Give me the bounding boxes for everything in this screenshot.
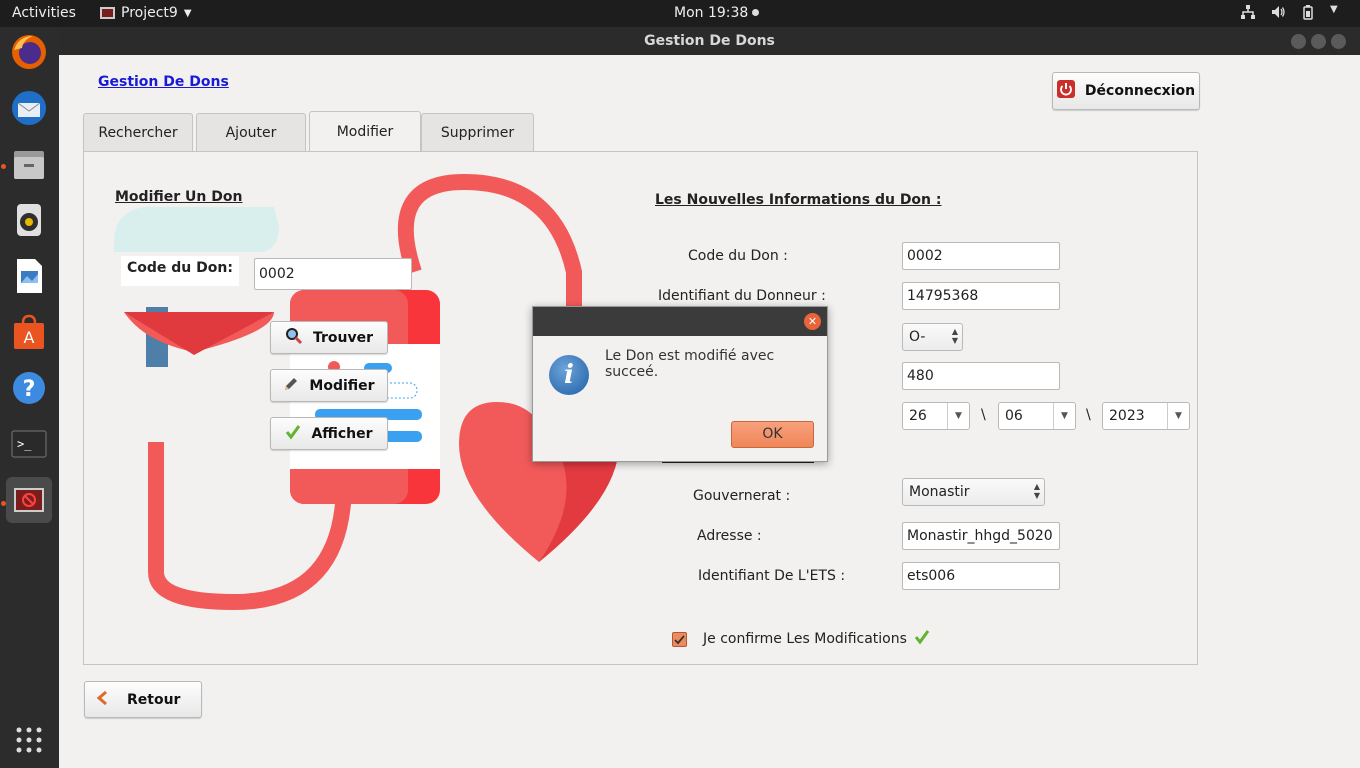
blood-group-value: O- bbox=[909, 329, 926, 345]
confirm-checkbox[interactable] bbox=[672, 632, 687, 647]
close-icon[interactable] bbox=[1331, 34, 1346, 49]
app-name: Project9 bbox=[121, 5, 178, 21]
gouvernorat-value: Monastir bbox=[909, 484, 970, 500]
window-titlebar[interactable]: Gestion De Dons bbox=[59, 27, 1360, 55]
donor-id-label: Identifiant du Donneur : bbox=[658, 288, 826, 304]
close-icon[interactable]: ✕ bbox=[804, 313, 821, 330]
top-bar: Activities Project9 ▼ Mon 19:38 ▼ bbox=[0, 0, 1360, 27]
left-section-heading: Modifier Un Don bbox=[115, 189, 243, 205]
notification-dot bbox=[752, 9, 760, 16]
system-tray[interactable]: ▼ bbox=[1240, 4, 1346, 20]
show-button[interactable]: Afficher bbox=[270, 417, 388, 450]
blood-group-spinner[interactable]: O- ▲ ▼ bbox=[902, 323, 963, 351]
divider bbox=[662, 462, 814, 463]
donor-id-input[interactable]: 14795368 bbox=[902, 282, 1060, 310]
thunderbird-icon[interactable] bbox=[6, 85, 52, 131]
ets-label: Identifiant De L'ETS : bbox=[698, 568, 846, 584]
svg-text:>_: >_ bbox=[17, 437, 32, 451]
quantity-input[interactable]: 480 bbox=[902, 362, 1060, 390]
gouvernorat-select[interactable]: Monastir ▲ ▼ bbox=[902, 478, 1045, 506]
svg-text:A: A bbox=[24, 328, 35, 347]
power-icon bbox=[1056, 80, 1075, 102]
dialog-titlebar[interactable]: ✕ bbox=[533, 307, 827, 336]
date-day-select[interactable]: 26 ▼ bbox=[902, 402, 970, 430]
maximize-icon[interactable] bbox=[1311, 34, 1326, 49]
tab-label: Rechercher bbox=[98, 125, 178, 141]
app-menu[interactable]: Project9 ▼ bbox=[100, 5, 192, 21]
firefox-icon[interactable] bbox=[6, 29, 52, 75]
code-don-label: Code du Don: bbox=[121, 256, 239, 286]
form-code-label: Code du Don : bbox=[688, 248, 788, 264]
date-year-value: 2023 bbox=[1109, 408, 1145, 424]
date-month-value: 06 bbox=[1005, 408, 1023, 424]
window-title: Gestion De Dons bbox=[644, 33, 775, 49]
show-apps-icon[interactable] bbox=[6, 717, 52, 763]
clock[interactable]: Mon 19:38 bbox=[674, 5, 760, 21]
chevron-left-icon bbox=[95, 690, 109, 710]
tab-rechercher[interactable]: Rechercher bbox=[83, 113, 193, 152]
show-label: Afficher bbox=[311, 425, 373, 442]
date-separator: \ bbox=[981, 407, 986, 423]
code-don-input[interactable]: 0002 bbox=[254, 258, 412, 290]
info-icon: i bbox=[549, 355, 589, 395]
app-icon bbox=[100, 7, 115, 19]
find-button[interactable]: Trouver bbox=[270, 321, 388, 354]
ets-input[interactable]: ets006 bbox=[902, 562, 1060, 590]
info-dialog: ✕ i Le Don est modifié avec succeé. OK bbox=[532, 306, 828, 462]
tab-label: Modifier bbox=[336, 124, 394, 140]
date-month-select[interactable]: 06 ▼ bbox=[998, 402, 1076, 430]
edit-label: Modifier bbox=[309, 377, 375, 394]
volume-icon bbox=[1270, 4, 1286, 20]
logout-button[interactable]: Déconnecxion bbox=[1052, 72, 1200, 110]
address-label: Adresse : bbox=[697, 528, 762, 544]
find-label: Trouver bbox=[312, 329, 374, 346]
checkmark-icon bbox=[914, 629, 930, 649]
clock-text: Mon 19:38 bbox=[674, 5, 749, 21]
app-title-link[interactable]: Gestion De Dons bbox=[98, 74, 229, 90]
chevron-down-icon: ▼ bbox=[947, 403, 969, 429]
logout-label: Déconnecxion bbox=[1084, 83, 1196, 99]
ok-button[interactable]: OK bbox=[731, 421, 814, 448]
form-heading: Les Nouvelles Informations du Don : bbox=[655, 192, 942, 208]
chevron-down-icon: ▼ bbox=[1167, 403, 1189, 429]
svg-text:?: ? bbox=[23, 377, 36, 402]
back-button[interactable]: Retour bbox=[84, 681, 202, 718]
activities-button[interactable]: Activities bbox=[12, 5, 76, 21]
window-controls bbox=[1291, 34, 1346, 49]
date-year-select[interactable]: 2023 ▼ bbox=[1102, 402, 1190, 430]
chevron-down-icon: ▼ bbox=[1330, 4, 1338, 15]
tab-label: Ajouter bbox=[225, 125, 277, 141]
chevron-down-icon: ▼ bbox=[183, 7, 192, 19]
software-icon[interactable]: A bbox=[6, 309, 52, 355]
java-app-icon[interactable] bbox=[6, 477, 52, 523]
terminal-icon[interactable]: >_ bbox=[6, 421, 52, 467]
tab-supprimer[interactable]: Supprimer bbox=[421, 113, 534, 152]
tab-ajouter[interactable]: Ajouter bbox=[196, 113, 306, 152]
tab-label: Supprimer bbox=[440, 125, 515, 141]
rhythmbox-icon[interactable] bbox=[6, 197, 52, 243]
libreoffice-impress-icon[interactable] bbox=[6, 253, 52, 299]
battery-icon bbox=[1300, 4, 1316, 20]
network-icon bbox=[1240, 4, 1256, 20]
search-icon bbox=[285, 327, 303, 349]
form-code-input[interactable]: 0002 bbox=[902, 242, 1060, 270]
dialog-message: Le Don est modifié avec succeé. bbox=[605, 348, 775, 380]
tab-modifier[interactable]: Modifier bbox=[309, 111, 421, 152]
chevron-down-icon: ▼ bbox=[1053, 403, 1075, 429]
address-input[interactable]: Monastir_hhgd_5020 bbox=[902, 522, 1060, 550]
help-icon[interactable]: ? bbox=[6, 365, 52, 411]
date-day-value: 26 bbox=[909, 408, 927, 424]
back-label: Retour bbox=[127, 691, 181, 708]
dock: A ? >_ bbox=[0, 27, 59, 768]
checkmark-icon bbox=[285, 424, 301, 444]
minimize-icon[interactable] bbox=[1291, 34, 1306, 49]
pencil-icon bbox=[283, 376, 299, 396]
files-icon[interactable] bbox=[6, 141, 52, 187]
edit-button[interactable]: Modifier bbox=[270, 369, 388, 402]
spinner-arrows-icon: ▲ ▼ bbox=[951, 327, 958, 345]
date-separator: \ bbox=[1086, 407, 1091, 423]
confirm-label[interactable]: Je confirme Les Modifications bbox=[703, 631, 907, 647]
gouvernorat-label: Gouvernerat : bbox=[693, 488, 791, 504]
spinner-arrows-icon: ▲ ▼ bbox=[1033, 482, 1040, 500]
